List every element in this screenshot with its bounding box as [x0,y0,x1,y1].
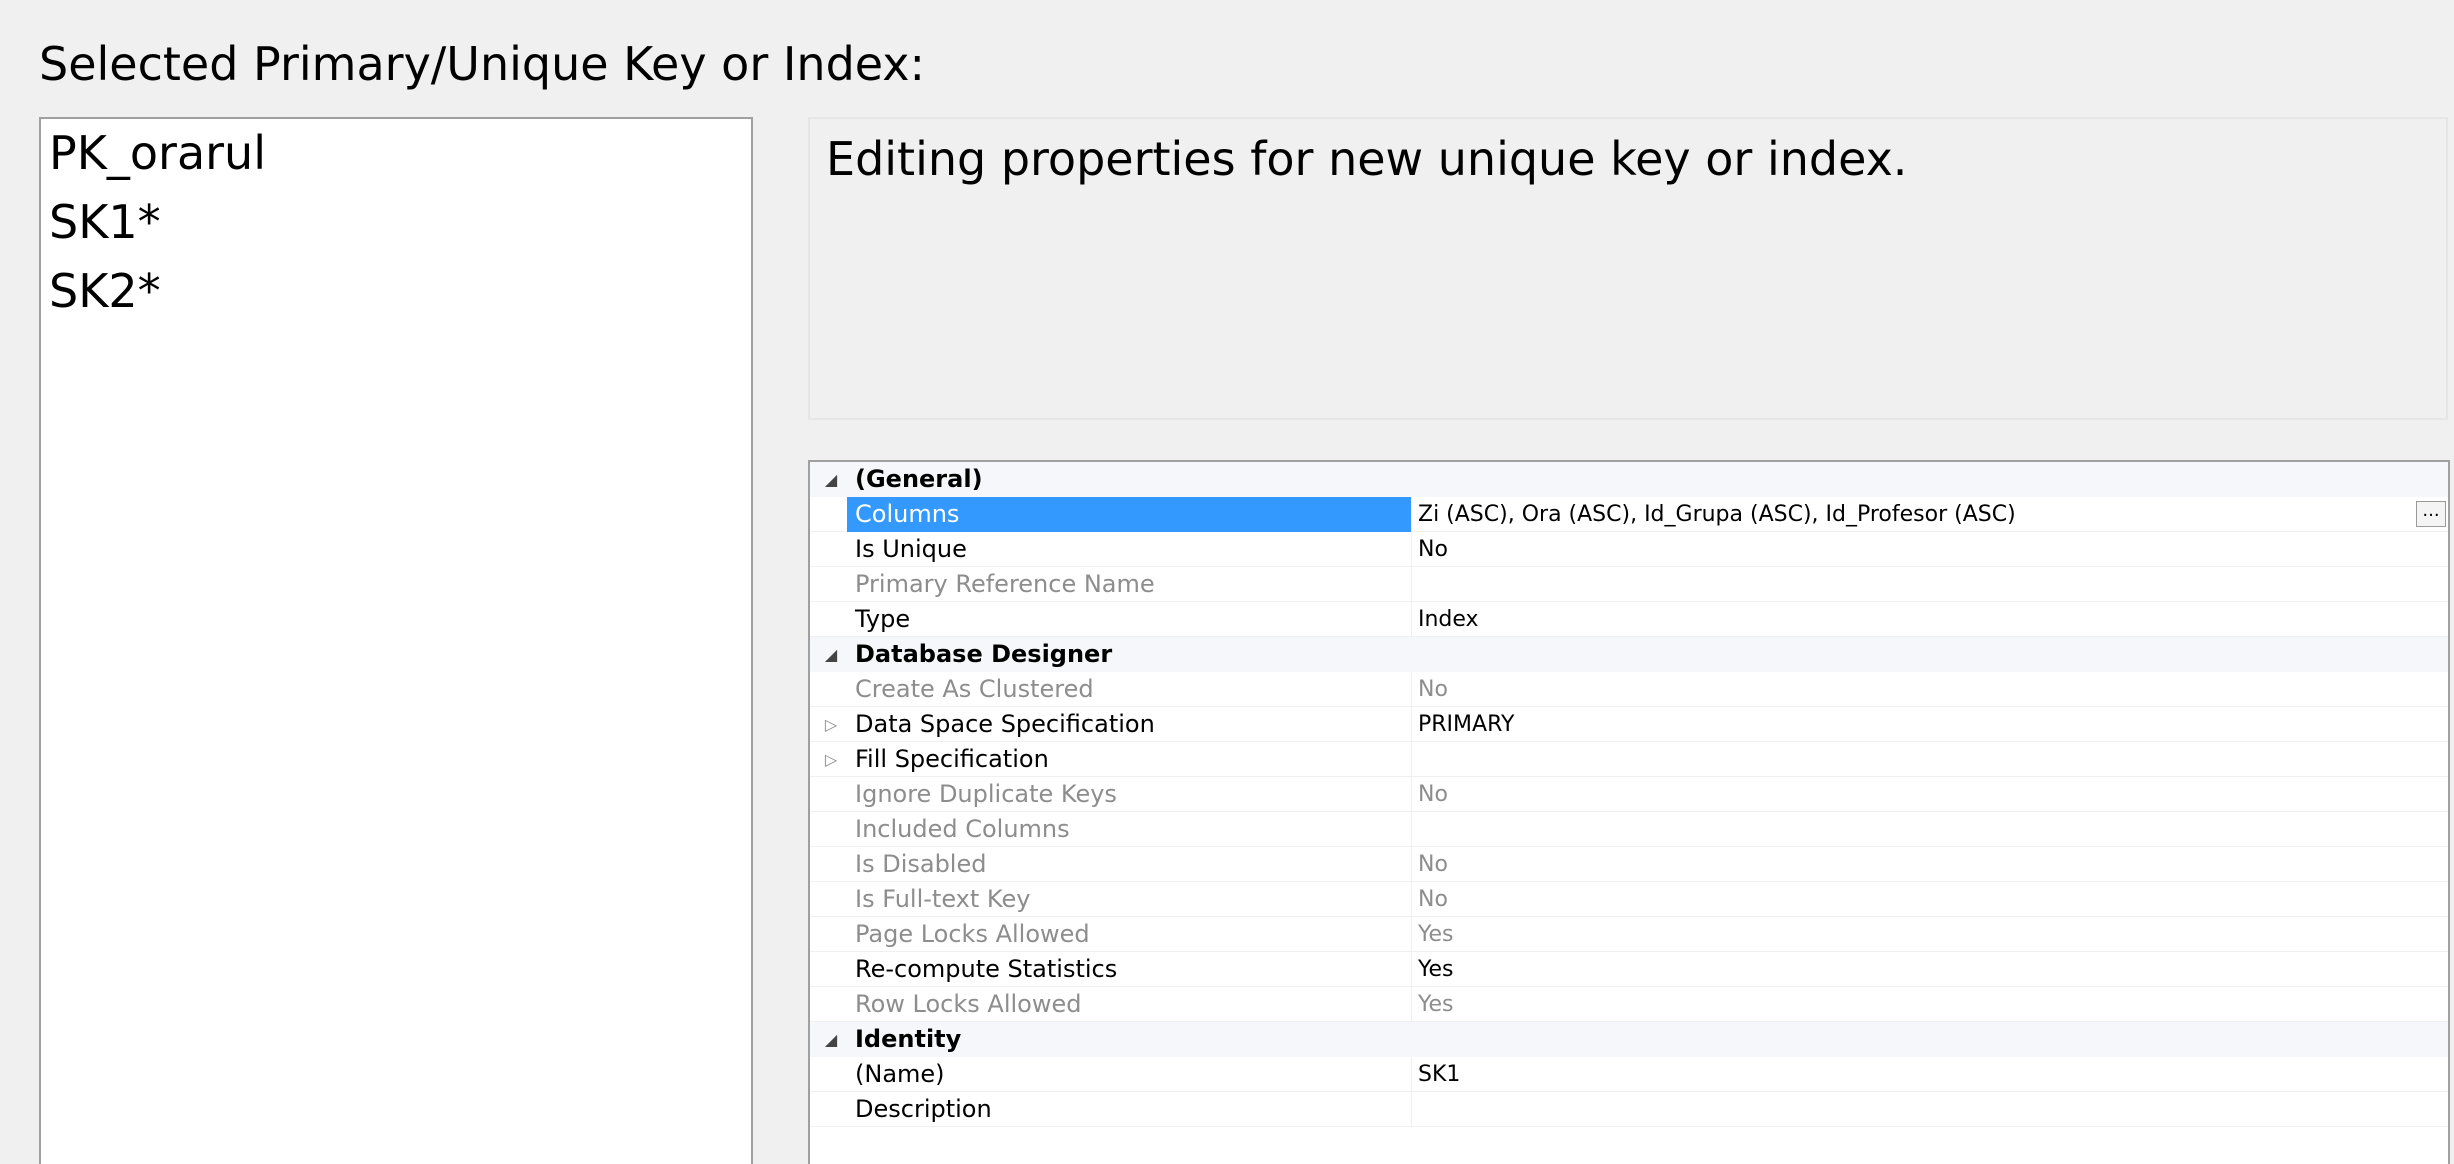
property-name[interactable]: Is Full-text Key [847,882,1411,917]
property-value[interactable]: Yes [1411,987,2448,1022]
property-row-is-unique[interactable]: Is Unique No [810,532,2448,567]
property-grid[interactable]: ◢ (General) Columns Zi (ASC), Ora (ASC),… [808,460,2450,1164]
property-row-type[interactable]: Type Index [810,602,2448,637]
property-name[interactable]: Is Disabled [847,847,1411,882]
property-row-included-columns[interactable]: Included Columns [810,812,2448,847]
property-value[interactable] [1411,742,2448,777]
description-text: Editing properties for new unique key or… [826,132,1908,186]
property-row-page-locks-allowed[interactable]: Page Locks Allowed Yes [810,917,2448,952]
key-list-item-sk1[interactable]: SK1* [41,188,751,257]
property-row-description[interactable]: Description [810,1092,2448,1127]
property-row-name[interactable]: (Name) SK1 [810,1057,2448,1092]
property-row-create-as-clustered[interactable]: Create As Clustered No [810,672,2448,707]
expand-triangle-icon[interactable]: ▷ [820,707,842,742]
property-value[interactable] [1411,567,2448,602]
collapse-triangle-icon[interactable]: ◢ [820,462,842,497]
columns-ellipsis-button[interactable]: ... [2416,501,2446,527]
property-value[interactable]: Yes [1411,917,2448,952]
category-label: Database Designer [855,640,1113,668]
property-row-row-locks-allowed[interactable]: Row Locks Allowed Yes [810,987,2448,1022]
description-panel: Editing properties for new unique key or… [808,117,2448,420]
property-value[interactable]: SK1 [1411,1057,2448,1092]
property-row-primary-reference-name[interactable]: Primary Reference Name [810,567,2448,602]
collapse-triangle-icon[interactable]: ◢ [820,1022,842,1057]
property-value[interactable]: PRIMARY [1411,707,2448,742]
property-row-data-space-specification[interactable]: ▷ Data Space Specification PRIMARY [810,707,2448,742]
property-value[interactable]: Zi (ASC), Ora (ASC), Id_Grupa (ASC), Id_… [1411,497,2448,532]
property-value[interactable]: Yes [1411,952,2448,987]
property-value[interactable]: No [1411,777,2448,812]
category-label: (General) [855,465,983,493]
property-name[interactable]: Data Space Specification [847,707,1411,742]
index-properties-dialog: Selected Primary/Unique Key or Index: PK… [0,0,2454,1164]
property-name[interactable]: Primary Reference Name [847,567,1411,602]
property-name[interactable]: Create As Clustered [847,672,1411,707]
property-name[interactable]: (Name) [847,1057,1411,1092]
property-row-columns[interactable]: Columns Zi (ASC), Ora (ASC), Id_Grupa (A… [810,497,2448,532]
property-name[interactable]: Page Locks Allowed [847,917,1411,952]
property-row-ignore-duplicate-keys[interactable]: Ignore Duplicate Keys No [810,777,2448,812]
property-value[interactable] [1411,1092,2448,1127]
property-name[interactable]: Is Unique [847,532,1411,567]
property-value[interactable]: Index [1411,602,2448,637]
property-name[interactable]: Row Locks Allowed [847,987,1411,1022]
key-index-list[interactable]: PK_orarul SK1* SK2* [39,117,753,1164]
category-database-designer[interactable]: ◢ Database Designer [810,637,2448,672]
category-label: Identity [855,1025,962,1053]
property-row-re-compute-statistics[interactable]: Re-compute Statistics Yes [810,952,2448,987]
expand-triangle-icon[interactable]: ▷ [820,742,842,777]
category-general[interactable]: ◢ (General) [810,462,2448,497]
key-list-item-sk2[interactable]: SK2* [41,257,751,326]
category-identity[interactable]: ◢ Identity [810,1022,2448,1057]
property-value[interactable]: No [1411,847,2448,882]
property-name[interactable]: Description [847,1092,1411,1127]
property-name[interactable]: Fill Specification [847,742,1411,777]
property-value[interactable] [1411,812,2448,847]
property-name[interactable]: Ignore Duplicate Keys [847,777,1411,812]
property-value[interactable]: No [1411,532,2448,567]
property-name[interactable]: Type [847,602,1411,637]
property-row-is-disabled[interactable]: Is Disabled No [810,847,2448,882]
property-value[interactable]: No [1411,672,2448,707]
property-name[interactable]: Included Columns [847,812,1411,847]
property-name[interactable]: Re-compute Statistics [847,952,1411,987]
property-value[interactable]: No [1411,882,2448,917]
collapse-triangle-icon[interactable]: ◢ [820,637,842,672]
property-name[interactable]: Columns [847,497,1411,532]
property-row-fill-specification[interactable]: ▷ Fill Specification [810,742,2448,777]
selected-key-label: Selected Primary/Unique Key or Index: [39,37,925,91]
property-row-is-full-text-key[interactable]: Is Full-text Key No [810,882,2448,917]
key-list-item-pk-orarul[interactable]: PK_orarul [41,119,751,188]
